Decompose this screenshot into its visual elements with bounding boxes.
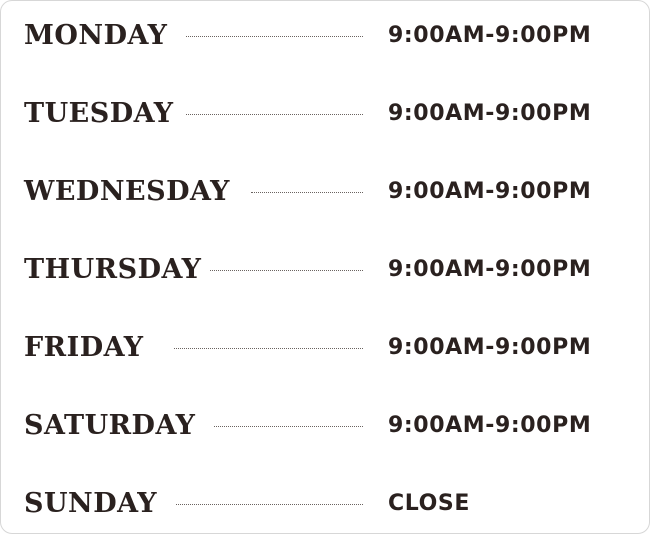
schedule-row-monday: MONDAY 9:00AM-9:00PM — [1, 16, 651, 56]
hours-value: 9:00AM-9:00PM — [388, 179, 592, 204]
schedule-row-friday: FRIDAY 9:00AM-9:00PM — [1, 328, 651, 368]
dotted-leader — [214, 426, 363, 427]
day-label: SUNDAY — [24, 488, 158, 519]
hours-value: 9:00AM-9:00PM — [388, 101, 592, 126]
schedule-row-tuesday: TUESDAY 9:00AM-9:00PM — [1, 94, 651, 134]
dotted-leader — [186, 36, 363, 37]
schedule-row-thursday: THURSDAY 9:00AM-9:00PM — [1, 250, 651, 290]
schedule-row-sunday: SUNDAY CLOSE — [1, 484, 651, 524]
schedule-row-wednesday: WEDNESDAY 9:00AM-9:00PM — [1, 172, 651, 212]
dotted-leader — [186, 114, 363, 115]
dotted-leader — [251, 192, 363, 193]
hours-value: 9:00AM-9:00PM — [388, 23, 592, 48]
day-label: THURSDAY — [24, 254, 202, 285]
hours-value: 9:00AM-9:00PM — [388, 413, 592, 438]
dotted-leader — [176, 504, 363, 505]
hours-value: 9:00AM-9:00PM — [388, 335, 592, 360]
day-label: SATURDAY — [24, 410, 196, 441]
day-label: FRIDAY — [24, 332, 144, 363]
day-label: MONDAY — [24, 20, 168, 51]
day-label: WEDNESDAY — [24, 176, 230, 207]
dotted-leader — [210, 270, 363, 271]
dotted-leader — [174, 348, 363, 349]
day-label: TUESDAY — [24, 98, 174, 129]
hours-value: 9:00AM-9:00PM — [388, 257, 592, 282]
hours-value: CLOSE — [388, 491, 470, 516]
schedule-row-saturday: SATURDAY 9:00AM-9:00PM — [1, 406, 651, 446]
opening-hours-card: MONDAY 9:00AM-9:00PM TUESDAY 9:00AM-9:00… — [0, 0, 650, 534]
